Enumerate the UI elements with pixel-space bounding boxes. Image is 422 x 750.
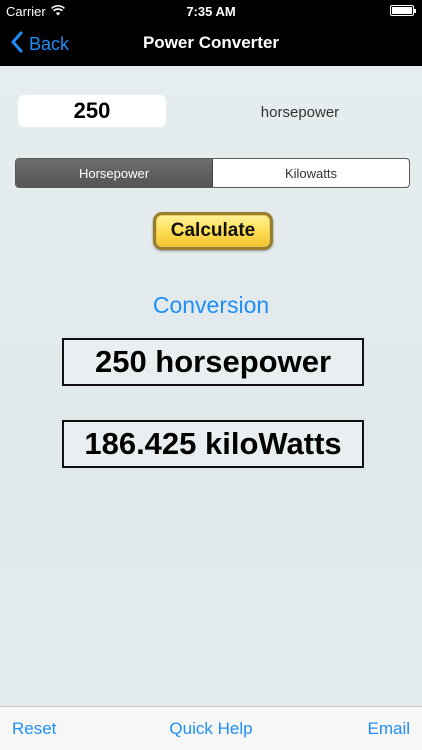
segment-kilowatts[interactable]: Kilowatts [213,159,409,187]
reset-button[interactable]: Reset [12,719,56,739]
calculate-button[interactable]: Calculate [153,212,273,250]
page-title: Power Converter [142,33,280,52]
segment-horsepower[interactable]: Horsepower [16,159,213,187]
battery-icon [390,5,416,16]
result-to-box: 186.425 kiloWatts [62,420,364,468]
conversion-heading: Conversion [152,292,270,318]
bottom-toolbar: Quick Help Reset Email [0,706,422,750]
unit-segmented-control: Horsepower Kilowatts [15,158,410,188]
status-bar: Carrier 7:35 AM [0,0,422,22]
unit-label: horsepower [260,104,340,121]
converter-panel: horsepower Horsepower Kilowatts Calculat… [0,66,422,706]
value-input[interactable] [18,95,166,127]
navigation-bar: Back Power Converter [0,22,422,66]
status-time: 7:35 AM [186,4,236,19]
result-from-box: 250 horsepower [62,338,364,386]
quick-help-button[interactable]: Quick Help [0,719,422,739]
email-button[interactable]: Email [367,719,410,739]
